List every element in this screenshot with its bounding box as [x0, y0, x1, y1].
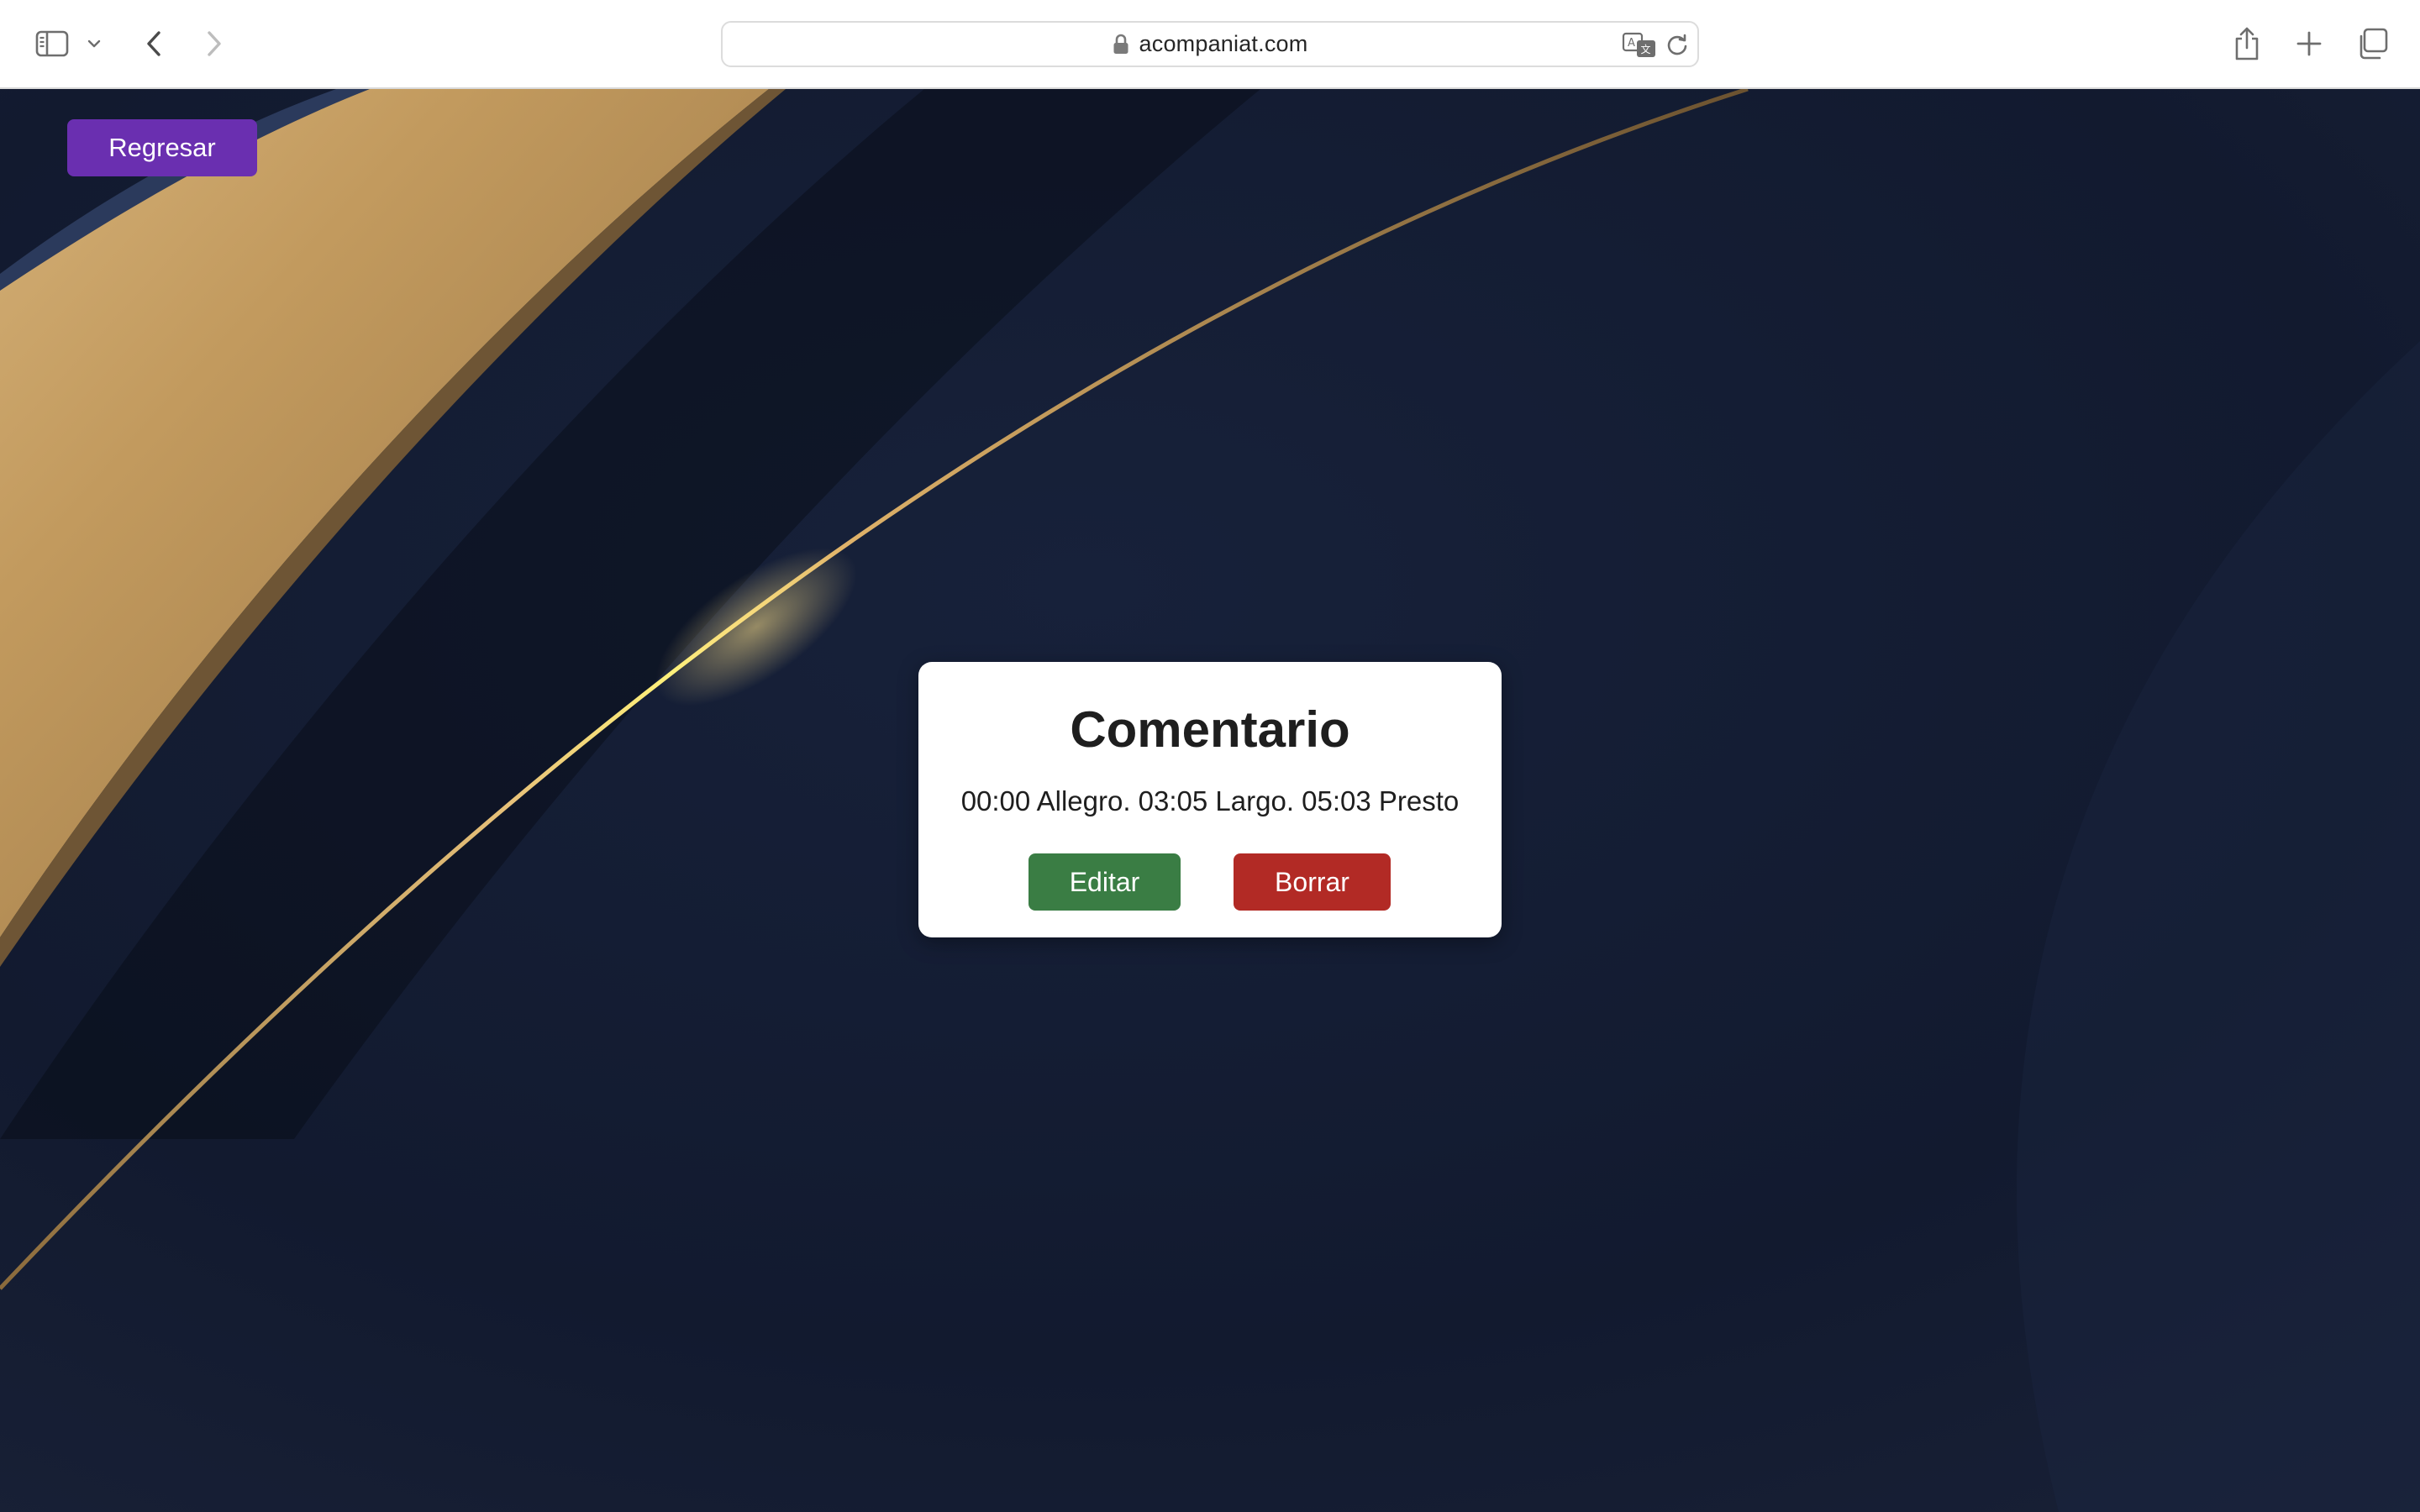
sidebar-icon[interactable] [30, 22, 74, 66]
share-icon[interactable] [2225, 22, 2269, 66]
tabs-icon[interactable] [2350, 22, 2394, 66]
svg-text:文: 文 [1641, 43, 1651, 55]
modal-title: Comentario [1070, 701, 1350, 758]
url-text[interactable]: acompaniat.com [1139, 31, 1308, 57]
svg-text:A: A [1628, 37, 1635, 50]
page-content: Regresar Comentario 00:00 Allegro. 03:05… [0, 89, 2420, 1512]
plus-icon[interactable] [2287, 22, 2331, 66]
delete-button[interactable]: Borrar [1234, 853, 1391, 911]
comment-modal: Comentario 00:00 Allegro. 03:05 Largo. 0… [918, 662, 1502, 937]
lock-icon [1113, 34, 1129, 55]
translate-icon[interactable]: A 文 [1622, 31, 1659, 60]
address-bar[interactable]: acompaniat.com A 文 [721, 21, 1699, 67]
chevron-right-icon[interactable] [192, 22, 235, 66]
edit-button[interactable]: Editar [1028, 853, 1181, 911]
reload-icon[interactable] [1664, 32, 1691, 59]
chevron-left-icon[interactable] [133, 22, 176, 66]
browser-toolbar: acompaniat.com A 文 [0, 0, 2420, 89]
comment-text: 00:00 Allegro. 03:05 Largo. 05:03 Presto [960, 785, 1460, 816]
back-button[interactable]: Regresar [67, 119, 257, 176]
chevron-down-icon[interactable] [77, 22, 111, 66]
